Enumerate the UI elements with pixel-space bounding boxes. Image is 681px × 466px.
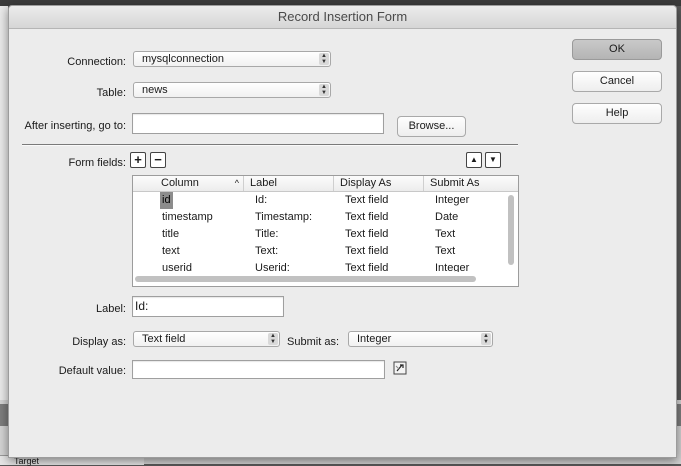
background-panel xyxy=(0,6,8,406)
header-label[interactable]: Label xyxy=(243,176,333,191)
table-row[interactable]: id Id: Text field Integer xyxy=(133,192,505,209)
table-row[interactable]: text Text: Text field Text xyxy=(133,243,505,260)
table-value: news xyxy=(142,84,168,96)
connection-select[interactable]: mysqlconnection ▲ ▼ xyxy=(133,51,331,67)
minus-icon[interactable]: − xyxy=(150,152,166,168)
header-spacer xyxy=(133,176,155,191)
plus-icon[interactable]: + xyxy=(130,152,146,168)
chevron-updown-icon: ▲ ▼ xyxy=(481,333,491,345)
horizontal-scroll-thumb[interactable] xyxy=(135,276,476,282)
section-divider xyxy=(22,144,518,146)
table-label: Table: xyxy=(96,87,126,99)
submit-as-value: Integer xyxy=(357,333,392,345)
cell-display-as: Text field xyxy=(345,194,389,206)
table-select[interactable]: news ▲ ▼ xyxy=(133,82,331,98)
horizontal-scrollbar[interactable] xyxy=(133,272,518,285)
cancel-button[interactable]: Cancel xyxy=(572,71,662,92)
connection-label: Connection: xyxy=(67,56,126,68)
connection-value: mysqlconnection xyxy=(142,53,224,65)
label-input-value: Id: xyxy=(135,299,149,313)
form-fields-table[interactable]: Column ^ Label Display As Submit As id I… xyxy=(132,175,519,287)
header-column-label: Column xyxy=(161,177,199,189)
display-as-select[interactable]: Text field ▲ ▼ xyxy=(133,331,280,347)
submit-as-select[interactable]: Integer ▲ ▼ xyxy=(348,331,493,347)
cell-display-as: Text field xyxy=(345,211,389,223)
header-display-as[interactable]: Display As xyxy=(333,176,423,191)
cell-submit-as: Integer xyxy=(435,194,470,206)
cell-label: Title: xyxy=(255,228,279,240)
cell-label: Timestamp: xyxy=(255,211,313,223)
table-header: Column ^ Label Display As Submit As xyxy=(133,176,518,192)
dynamic-data-icon[interactable] xyxy=(393,361,407,375)
help-button[interactable]: Help xyxy=(572,103,662,124)
submit-as-label: Submit as: xyxy=(287,336,339,348)
default-value-input[interactable] xyxy=(132,360,385,379)
after-inserting-label: After inserting, go to: xyxy=(24,120,127,132)
sort-ascending-icon: ^ xyxy=(234,178,239,188)
cell-label: Id: xyxy=(255,194,268,206)
ok-button[interactable]: OK xyxy=(572,39,662,60)
header-submit-as[interactable]: Submit As xyxy=(423,176,518,191)
cell-column: id xyxy=(160,192,173,209)
cell-display-as: Text field xyxy=(345,228,389,240)
cell-submit-as: Date xyxy=(435,211,459,223)
cell-column: title xyxy=(162,228,180,240)
cell-column: text xyxy=(162,245,180,257)
default-value-label: Default value: xyxy=(58,365,126,377)
cell-display-as: Text field xyxy=(345,245,389,257)
display-as-label: Display as: xyxy=(72,336,126,348)
header-column[interactable]: Column ^ xyxy=(155,176,243,191)
browse-button[interactable]: Browse... xyxy=(397,116,466,137)
table-row[interactable]: title Title: Text field Text xyxy=(133,226,505,243)
display-as-value: Text field xyxy=(142,333,186,345)
cell-submit-as: Text xyxy=(435,228,456,240)
cell-label: Text: xyxy=(255,245,279,257)
dialog-title: Record Insertion Form xyxy=(9,6,676,29)
after-inserting-input[interactable] xyxy=(132,113,384,134)
cell-submit-as: Text xyxy=(435,245,456,257)
vertical-scrollbar[interactable] xyxy=(506,192,516,270)
move-up-icon[interactable]: ▲ xyxy=(466,152,482,168)
chevron-updown-icon: ▲ ▼ xyxy=(319,84,329,96)
table-row[interactable]: timestamp Timestamp: Text field Date xyxy=(133,209,505,226)
cell-column: timestamp xyxy=(162,211,213,223)
move-down-icon[interactable]: ▼ xyxy=(485,152,501,168)
label-field-label: Label: xyxy=(96,303,126,315)
chevron-updown-icon: ▲ ▼ xyxy=(319,53,329,65)
form-fields-label: Form fields: xyxy=(68,157,126,169)
record-insertion-dialog: Record Insertion Form Connection: mysqlc… xyxy=(8,5,677,458)
vertical-scroll-thumb[interactable] xyxy=(508,195,514,265)
label-input[interactable]: Id: xyxy=(132,296,284,317)
